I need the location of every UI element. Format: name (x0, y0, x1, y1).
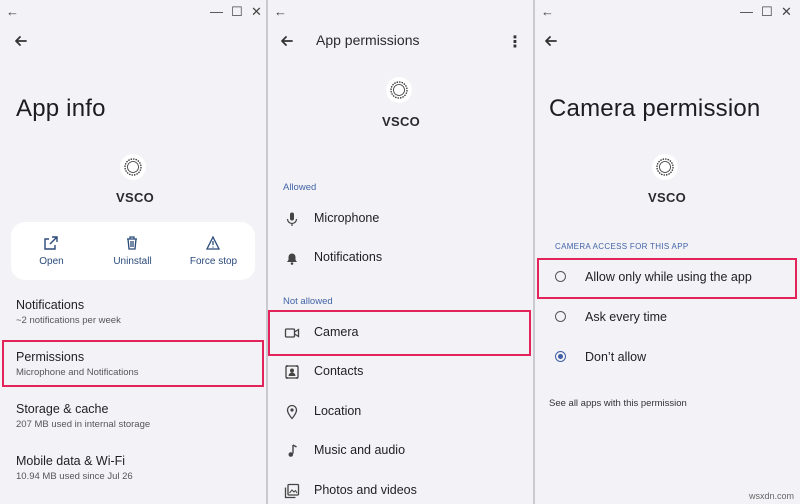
close-icon[interactable]: ✕ (251, 3, 262, 21)
notifications-row[interactable]: Notifications ~2 notifications per week (16, 298, 121, 326)
permission-microphone[interactable]: Microphone (268, 201, 533, 237)
trash-icon (127, 236, 137, 250)
permission-label: Music and audio (314, 443, 406, 457)
titlebar-back-icon[interactable]: ← (541, 4, 554, 19)
maximize-icon[interactable]: ☐ (761, 3, 773, 21)
maximize-icon[interactable]: ☐ (231, 3, 243, 21)
open-label: Open (39, 256, 64, 267)
not-allowed-section-label: Not allowed (283, 296, 333, 307)
vsco-logo-icon (120, 154, 146, 180)
page-title: App permissions (316, 32, 420, 48)
warning-icon (206, 236, 220, 250)
photos-icon (284, 483, 300, 499)
contacts-icon (285, 365, 299, 379)
open-external-icon (44, 236, 58, 250)
row-subtitle: 10.94 MB used since Jul 26 (16, 471, 133, 482)
permission-contacts[interactable]: Contacts (268, 354, 533, 390)
more-options-icon[interactable]: ⋮ (507, 32, 523, 52)
row-title: Storage & cache (16, 402, 109, 416)
see-all-apps-link[interactable]: See all apps with this permission (549, 398, 687, 409)
permission-label: Location (314, 404, 362, 418)
back-arrow-icon[interactable] (11, 31, 31, 51)
force-stop-button[interactable]: Force stop (173, 222, 254, 280)
radio-ask-every-time[interactable] (555, 311, 566, 322)
vsco-logo-icon (652, 154, 678, 180)
camera-highlight (268, 310, 531, 356)
page-title: App info (16, 95, 106, 122)
window-titlebar: ← (268, 0, 533, 26)
page-title: Camera permission (549, 95, 761, 122)
row-title: Mobile data & Wi-Fi (16, 454, 126, 468)
uninstall-button[interactable]: Uninstall (92, 222, 173, 280)
watermark: wsxdn.com (748, 491, 794, 501)
back-arrow-icon[interactable] (277, 31, 297, 51)
window-titlebar: ← — ☐ ✕ (0, 0, 266, 26)
app-info-window: ← — ☐ ✕ App info VSCO Open Uninstall For… (0, 0, 266, 504)
minimize-icon[interactable]: — (210, 3, 223, 21)
permission-label: Notifications (314, 250, 383, 264)
permissions-highlight (2, 340, 264, 387)
uninstall-label: Uninstall (113, 256, 152, 267)
force-stop-label: Force stop (189, 256, 238, 267)
storage-row[interactable]: Storage & cache 207 MB used in internal … (16, 402, 150, 430)
bell-icon (287, 253, 297, 265)
vsco-logo-icon (386, 77, 412, 103)
mobile-data-row[interactable]: Mobile data & Wi-Fi 10.94 MB used since … (16, 454, 133, 482)
row-title: Notifications (16, 298, 85, 312)
row-subtitle: 207 MB used in internal storage (16, 419, 151, 430)
allowed-section-label: Allowed (283, 182, 317, 193)
permission-location[interactable]: Location (268, 394, 533, 430)
app-name: VSCO (116, 190, 155, 205)
music-icon (288, 444, 297, 457)
app-name: VSCO (382, 114, 421, 129)
row-subtitle: ~2 notifications per week (16, 315, 121, 326)
window-titlebar: ← — ☐ ✕ (535, 0, 800, 26)
app-actions-card: Open Uninstall Force stop (11, 222, 255, 280)
option-ask-every-time[interactable]: Ask every time (585, 310, 667, 324)
permission-label: Contacts (314, 364, 364, 378)
app-permissions-window: ← App permissions ⋮ VSCO Allowed Microph… (268, 0, 533, 504)
location-icon (286, 404, 298, 420)
titlebar-back-icon[interactable]: ← (6, 4, 19, 19)
permission-label: Microphone (314, 211, 380, 225)
titlebar-back-icon[interactable]: ← (274, 4, 287, 19)
permission-notifications[interactable]: Notifications (268, 240, 533, 276)
allow-option-highlight (537, 258, 797, 299)
back-arrow-icon[interactable] (541, 31, 561, 51)
camera-permission-window: ← — ☐ ✕ Camera permission VSCO CAMERA AC… (535, 0, 800, 504)
radio-dont-allow[interactable] (555, 351, 566, 362)
permission-photos-videos[interactable]: Photos and videos (268, 473, 533, 504)
option-dont-allow[interactable]: Don’t allow (585, 350, 646, 364)
close-icon[interactable]: ✕ (781, 3, 792, 21)
app-name: VSCO (648, 190, 687, 205)
permission-music-audio[interactable]: Music and audio (268, 433, 533, 469)
camera-access-section-label: CAMERA ACCESS FOR THIS APP (555, 242, 689, 251)
microphone-icon (286, 212, 298, 226)
permission-label: Photos and videos (314, 483, 417, 497)
minimize-icon[interactable]: — (740, 3, 753, 21)
open-button[interactable]: Open (11, 222, 92, 280)
